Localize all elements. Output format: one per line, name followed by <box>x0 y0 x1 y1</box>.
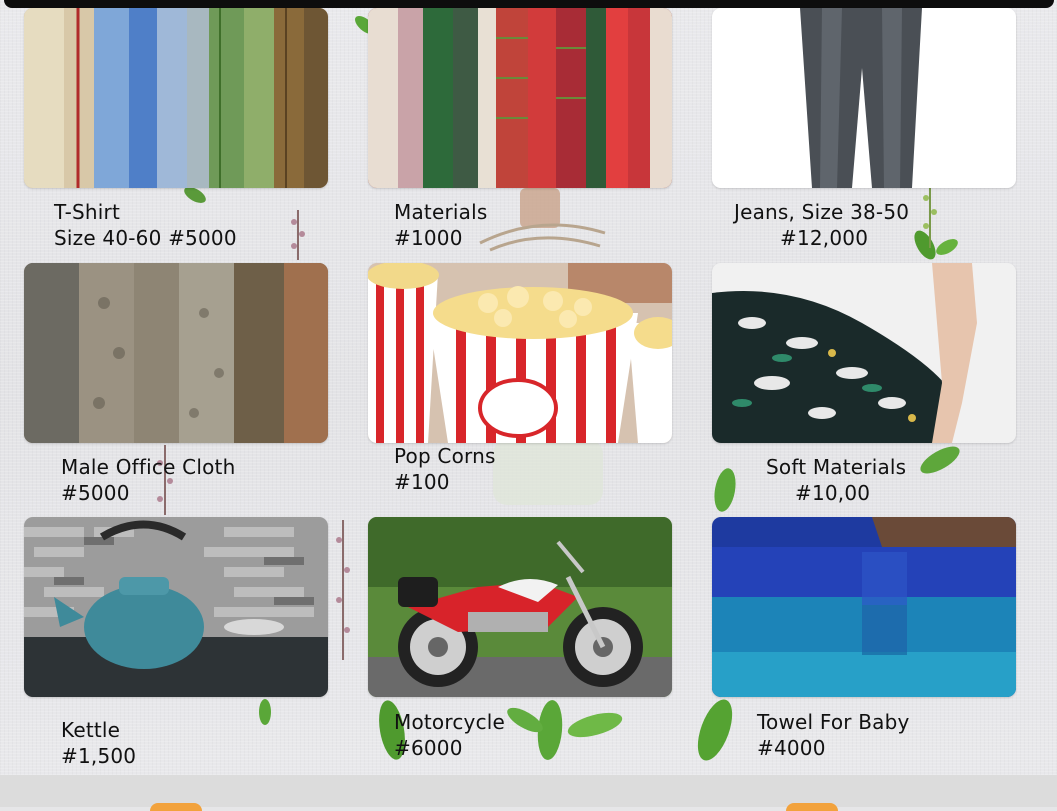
product-price: #10,00 <box>795 481 871 505</box>
product-price: Size 40-60 #5000 <box>54 226 237 250</box>
product-name: Jeans, Size 38-50 <box>734 200 910 224</box>
jeans-image <box>712 8 1016 188</box>
product-name: Materials <box>394 200 488 224</box>
popcorn-image <box>368 263 672 443</box>
product-name: Pop Corns <box>394 444 496 468</box>
product-name: Motorcycle <box>394 710 506 734</box>
office-cloth-image <box>24 263 328 443</box>
product-name: Male Office Cloth <box>61 455 236 479</box>
herb-stem-decoration <box>923 188 937 248</box>
product-name: T-Shirt <box>54 200 120 224</box>
motorcycle-image <box>368 517 672 697</box>
product-price: #12,000 <box>780 226 869 250</box>
product-price: #6000 <box>394 736 463 760</box>
product-price: #5000 <box>61 481 130 505</box>
herb-stem-decoration <box>336 520 350 660</box>
leaf-decoration <box>507 700 623 760</box>
leaf-decoration <box>697 699 733 761</box>
leaf-decoration <box>714 468 736 512</box>
leaf-decoration <box>920 446 960 474</box>
nav-tab-indicator[interactable] <box>150 803 202 811</box>
top-bar <box>4 0 1054 8</box>
product-name: Soft Materials <box>766 455 907 479</box>
fabrics-image <box>368 8 672 188</box>
shirts-image <box>24 8 328 188</box>
product-name: Towel For Baby <box>757 710 910 734</box>
product-price: #1,500 <box>61 744 137 768</box>
jar-decoration <box>493 440 603 505</box>
soft-materials-image <box>712 263 1016 443</box>
kettle-image <box>24 517 328 697</box>
leaf-decoration <box>259 699 271 725</box>
nav-tab-indicator[interactable] <box>786 803 838 811</box>
product-price: #1000 <box>394 226 463 250</box>
product-price: #4000 <box>757 736 826 760</box>
product-price: #100 <box>394 470 450 494</box>
product-name: Kettle <box>61 718 121 742</box>
jar-decoration <box>479 188 606 252</box>
herb-stem-decoration <box>291 210 305 260</box>
towel-image <box>712 517 1016 697</box>
